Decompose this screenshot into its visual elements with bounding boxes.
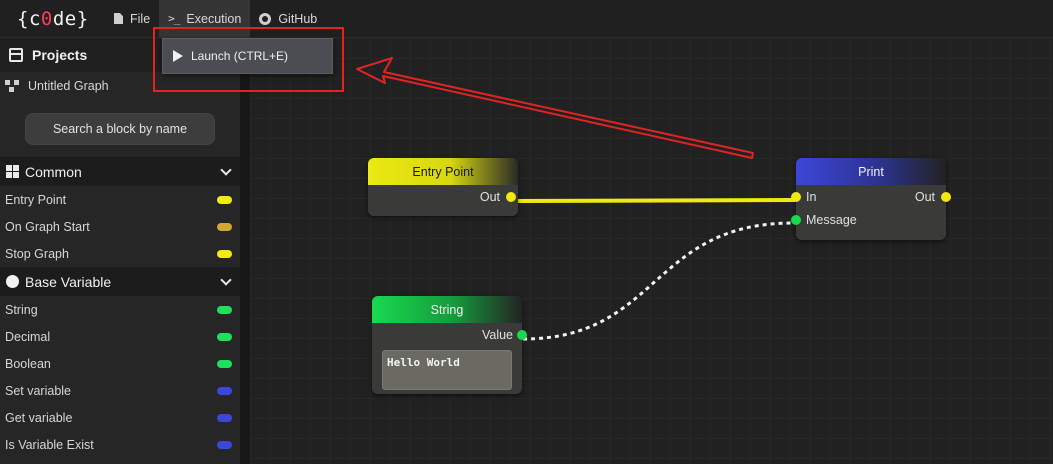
node-print-message-label: Message — [806, 212, 857, 227]
node-entry-title: Entry Point — [368, 158, 518, 185]
menu-file-label: File — [130, 11, 151, 26]
block-item[interactable]: Boolean — [0, 350, 240, 377]
menu-execution[interactable]: >_ Execution — [159, 0, 251, 38]
file-icon — [114, 13, 123, 24]
block-type-indicator — [217, 222, 232, 231]
block-item-label: Get variable — [5, 410, 73, 425]
node-print[interactable]: Print In Out Message — [791, 158, 951, 240]
menu-github-label: GitHub — [278, 11, 318, 26]
block-item-label: Is Variable Exist — [5, 437, 94, 452]
sidebar: Projects Untitled Graph Search a block b… — [0, 38, 240, 464]
section-base-variable[interactable]: Base Variable — [0, 267, 240, 296]
block-item-label: On Graph Start — [5, 219, 90, 234]
menu-file[interactable]: File — [105, 0, 159, 38]
chevron-down-icon[interactable] — [220, 163, 232, 176]
play-icon — [173, 50, 183, 62]
print-message-port[interactable] — [791, 214, 801, 225]
block-type-indicator — [217, 413, 232, 422]
node-string-title: String — [372, 296, 522, 323]
block-type-indicator — [217, 386, 232, 395]
app-logo[interactable]: {c0de} — [0, 8, 105, 30]
project-item[interactable]: Untitled Graph — [0, 72, 240, 100]
block-type-indicator — [217, 249, 232, 258]
block-type-indicator — [217, 195, 232, 204]
block-item-label: Stop Graph — [5, 246, 69, 261]
block-type-indicator — [217, 305, 232, 314]
github-icon — [259, 12, 272, 25]
menu-github[interactable]: GitHub — [250, 0, 326, 38]
launch-menu-item[interactable]: Launch (CTRL+E) — [162, 38, 333, 74]
node-entry-point[interactable]: Entry Point Out — [368, 158, 518, 216]
block-item[interactable]: On Graph Start — [0, 213, 240, 240]
block-type-indicator — [217, 359, 232, 368]
node-print-title: Print — [796, 158, 946, 185]
node-print-in-label: In — [806, 189, 817, 204]
block-item[interactable]: Is Variable Exist — [0, 431, 240, 458]
cube-icon — [9, 48, 23, 62]
block-item[interactable]: Set variable — [0, 377, 240, 404]
node-entry-out-label: Out — [479, 189, 500, 204]
block-item-label: Entry Point — [5, 192, 67, 207]
print-out-port[interactable] — [941, 191, 951, 202]
chevron-down-icon[interactable] — [220, 273, 232, 286]
string-value-port[interactable] — [517, 329, 527, 340]
grid-icon — [6, 165, 19, 178]
block-item-label: Set variable — [5, 383, 72, 398]
block-item[interactable]: Stop Graph — [0, 240, 240, 267]
search-block-button[interactable]: Search a block by name — [25, 113, 215, 145]
block-item-label: Boolean — [5, 356, 51, 371]
print-in-port[interactable] — [791, 191, 801, 202]
block-item[interactable]: Get variable — [0, 404, 240, 431]
block-item[interactable]: Decimal — [0, 323, 240, 350]
block-type-indicator — [217, 332, 232, 341]
menu-execution-label: Execution — [186, 11, 242, 26]
string-value-input[interactable]: Hello World — [382, 350, 512, 390]
section-common-label: Common — [25, 163, 82, 180]
graph-canvas[interactable] — [250, 38, 1053, 464]
circle-icon — [6, 275, 19, 288]
section-base-variable-label: Base Variable — [25, 273, 112, 290]
section-common[interactable]: Common — [0, 157, 240, 186]
block-type-indicator — [217, 440, 232, 449]
entry-out-port[interactable] — [506, 191, 516, 202]
node-print-out-label: Out — [914, 189, 935, 204]
block-item-label: Decimal — [5, 329, 51, 344]
project-item-label: Untitled Graph — [28, 79, 109, 93]
graph-icon — [5, 80, 21, 92]
node-string[interactable]: String Value Hello World — [372, 296, 527, 394]
block-item[interactable]: String — [0, 296, 240, 323]
block-item-label: String — [5, 302, 38, 317]
terminal-icon: >_ — [168, 12, 180, 25]
projects-title: Projects — [32, 47, 88, 63]
node-string-value-label: Value — [481, 327, 513, 342]
top-menu-bar: {c0de} File >_ Execution GitHub — [0, 0, 1053, 38]
launch-label: Launch (CTRL+E) — [191, 49, 289, 63]
sidebar-splitter[interactable] — [240, 38, 250, 464]
block-item[interactable]: Entry Point — [0, 186, 240, 213]
